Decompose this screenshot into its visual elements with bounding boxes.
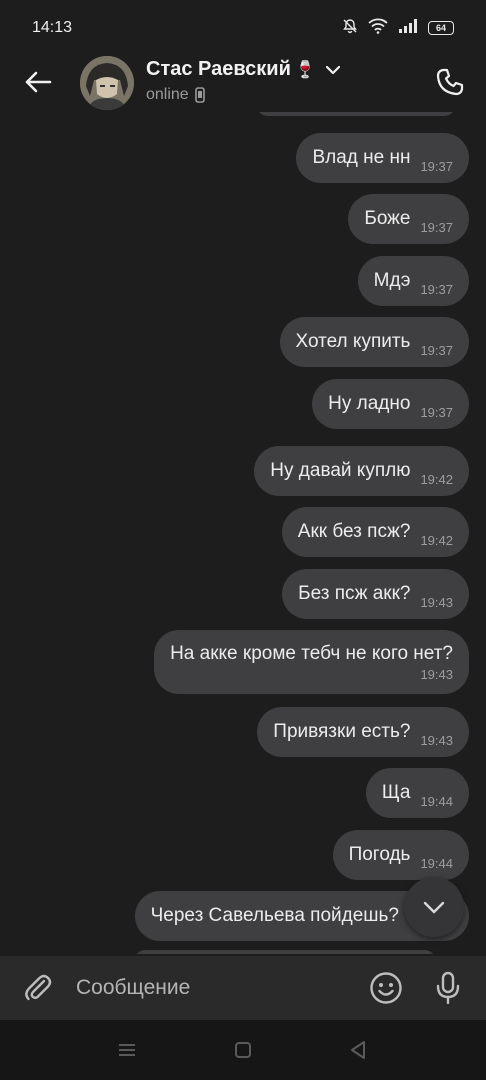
smiley-icon: [370, 972, 402, 1004]
message-bubble[interactable]: Боже 19:37: [348, 194, 469, 244]
wifi-icon: [368, 18, 388, 39]
system-nav-bar: [0, 1020, 486, 1080]
square-icon: [235, 1042, 251, 1058]
message-bubble[interactable]: Ща 19:44: [365, 768, 469, 818]
message-text: На акке кроме тебч не кого нет?: [170, 642, 453, 664]
message-time: 19:37: [420, 281, 453, 297]
battery-icon: 64: [428, 21, 454, 35]
message-time: 19:37: [420, 342, 453, 358]
scroll-down-button[interactable]: [404, 877, 464, 937]
message-bubble-partial: [256, 112, 456, 116]
message-text: Без псж акк?: [298, 583, 411, 604]
emoji-button[interactable]: [368, 970, 404, 1006]
message-time: 19:37: [420, 158, 453, 174]
message-text: Мдэ: [373, 270, 411, 291]
mute-bell-icon: [342, 18, 358, 39]
message-bubble[interactable]: Ну ладно 19:37: [312, 379, 469, 429]
status-text: online: [146, 86, 189, 103]
contact-status: online: [146, 86, 205, 104]
message-text: Привязки есть?: [273, 721, 411, 742]
message-input[interactable]: [76, 972, 346, 1004]
message-text: Ну ладно: [328, 393, 411, 414]
message-time: 19:42: [420, 471, 453, 487]
message-text: Боже: [364, 208, 411, 229]
home-button[interactable]: [231, 1038, 255, 1062]
status-icons: 64: [342, 18, 454, 39]
menu-icon: [119, 1044, 135, 1056]
message-time: 19:43: [420, 666, 453, 682]
message-bubble[interactable]: Погодь 19:44: [332, 830, 469, 880]
contact-name[interactable]: Стас Раевский 🍷: [146, 58, 342, 81]
message-text: Влад не нн: [312, 147, 411, 168]
message-bubble[interactable]: Влад не нн 19:37: [296, 133, 469, 183]
attach-button[interactable]: [20, 970, 56, 1006]
message-bubble[interactable]: Мдэ 19:37: [357, 256, 469, 306]
message-bubble[interactable]: На акке кроме тебч не кого нет? 19:43: [154, 630, 469, 694]
message-time: 19:43: [420, 594, 453, 610]
recent-apps-button[interactable]: [115, 1038, 139, 1062]
call-button[interactable]: [432, 64, 468, 100]
contact-name-text: Стас Раевский: [146, 58, 291, 80]
message-bubble[interactable]: Привязки есть? 19:43: [257, 707, 469, 757]
microphone-icon: [436, 971, 460, 1005]
message-list[interactable]: Влад не нн 19:37 Боже 19:37 Мдэ 19:37 Хо…: [0, 112, 486, 954]
message-bubble-partial: [135, 950, 435, 954]
message-bubble[interactable]: Без псж акк? 19:43: [282, 569, 469, 619]
avatar[interactable]: [80, 56, 134, 110]
message-text: Хотел купить: [295, 331, 411, 352]
back-button[interactable]: [20, 64, 56, 100]
mobile-device-icon: [194, 87, 205, 103]
phone-icon: [436, 68, 464, 96]
message-bubble[interactable]: Ну давай куплю 19:42: [254, 446, 469, 496]
signal-icon: [398, 18, 418, 39]
contact-name-emoji: 🍷: [294, 59, 317, 79]
message-bubble[interactable]: Хотел купить 19:37: [279, 317, 469, 367]
message-text: Ща: [381, 782, 411, 803]
microphone-button[interactable]: [430, 970, 466, 1006]
message-time: 19:37: [420, 404, 453, 420]
message-time: 19:44: [420, 855, 453, 871]
status-time: 14:13: [32, 19, 73, 36]
message-time: 19:44: [420, 793, 453, 809]
paperclip-icon: [25, 974, 52, 1001]
back-nav-button[interactable]: [346, 1038, 370, 1062]
message-time: 19:42: [420, 532, 453, 548]
chat-header: Стас Раевский 🍷 online: [0, 56, 486, 112]
message-text: Через Савельева пойдешь?: [150, 905, 399, 926]
message-composer: [0, 956, 486, 1020]
chevron-down-icon[interactable]: [324, 63, 342, 77]
triangle-back-icon: [351, 1041, 365, 1059]
message-text: Акк без псж?: [297, 521, 411, 542]
message-time: 19:37: [420, 219, 453, 235]
message-text: Ну давай куплю: [270, 460, 411, 481]
chevron-down-icon: [423, 901, 445, 914]
arrow-left-icon: [25, 71, 52, 93]
status-bar: 14:13 64: [0, 0, 486, 56]
message-bubble[interactable]: Акк без псж? 19:42: [281, 507, 469, 557]
message-text: Погодь: [348, 844, 411, 865]
message-time: 19:43: [420, 732, 453, 748]
